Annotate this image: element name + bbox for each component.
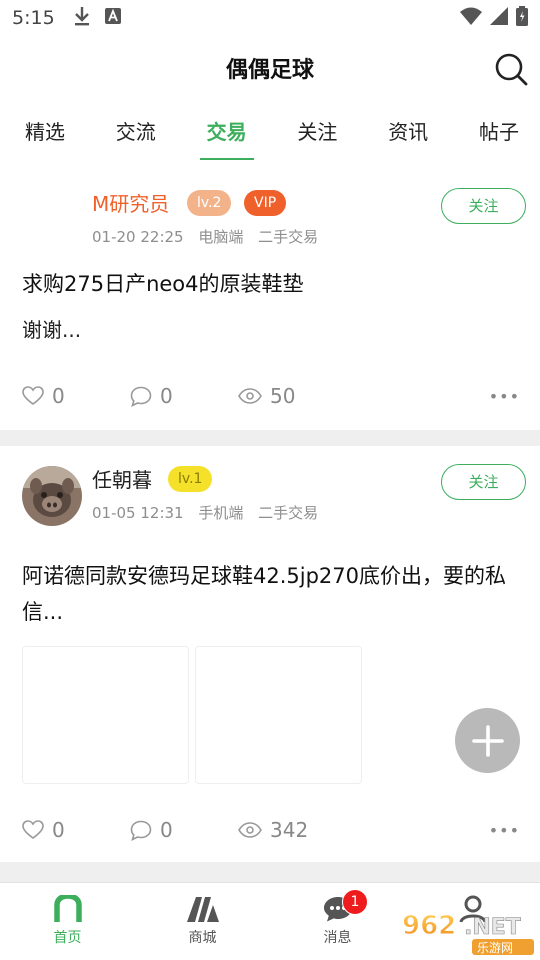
signal-icon: [490, 7, 508, 29]
post-category: 二手交易: [258, 228, 319, 246]
eye-icon: [238, 388, 262, 404]
post-actions: 0 0 50 •••: [22, 381, 520, 411]
follow-button[interactable]: 关注: [441, 188, 526, 224]
category-tabs: 精选 交流 交易 关注 资讯 帖子: [0, 104, 540, 162]
post-username[interactable]: M研究员: [92, 188, 169, 217]
status-bar: 5:15: [0, 0, 540, 36]
like-count: 0: [52, 818, 65, 842]
like-button[interactable]: 0: [22, 818, 130, 842]
comment-button[interactable]: 0: [130, 818, 238, 842]
comment-icon: [130, 386, 152, 407]
tab-jiaoyi[interactable]: 交易: [199, 104, 254, 162]
post-title[interactable]: 求购275日产neo4的原装鞋垫: [22, 266, 304, 302]
nav-label: 商城: [188, 930, 217, 946]
app-header: 偶偶足球: [0, 36, 540, 100]
section-divider: [0, 862, 540, 882]
plus-icon: [471, 724, 504, 757]
svg-text:乐游网: 乐游网: [477, 941, 513, 955]
tab-guanzhu[interactable]: 关注: [292, 104, 342, 162]
section-divider: [0, 430, 540, 446]
tab-jiaoliu[interactable]: 交流: [111, 104, 161, 162]
like-count: 0: [52, 384, 65, 408]
post-meta: 01-20 22:25 电脑端 二手交易: [92, 226, 328, 247]
status-right-icons: [460, 6, 528, 30]
post-card[interactable]: 任朝暮 lv.1 01-05 12:31 手机端 二手交易 关注 阿诺德同款安德…: [0, 446, 540, 862]
battery-icon: [516, 6, 528, 30]
comment-icon: [130, 820, 152, 841]
notification-badge: 1: [342, 889, 368, 915]
svg-text:962: 962: [402, 911, 456, 941]
vip-badge: VIP: [244, 190, 287, 216]
mall-icon: [186, 897, 219, 922]
post-category: 二手交易: [258, 504, 319, 522]
view-stat: 342: [238, 818, 438, 842]
nav-label: 首页: [53, 930, 82, 946]
post-card[interactable]: M研究员 lv.2 VIP 01-20 22:25 电脑端 二手交易 关注 求购…: [0, 170, 540, 430]
more-options-button[interactable]: •••: [489, 821, 520, 840]
comment-button[interactable]: 0: [130, 384, 238, 408]
new-post-button[interactable]: [455, 708, 520, 773]
post-device: 手机端: [198, 504, 244, 522]
nav-label: 消息: [323, 930, 352, 946]
search-icon: [495, 53, 528, 86]
post-actions: 0 0 342 •••: [22, 815, 520, 845]
comment-count: 0: [160, 818, 173, 842]
post-device: 电脑端: [198, 228, 244, 246]
search-button[interactable]: [494, 52, 528, 86]
view-count: 342: [270, 818, 309, 842]
view-count: 50: [270, 384, 296, 408]
nav-messages[interactable]: 消息 1: [270, 883, 405, 960]
a-icon: [104, 8, 121, 28]
status-left-icons: [73, 6, 121, 30]
post-time: 01-05 12:31: [92, 504, 184, 522]
avatar[interactable]: [22, 466, 82, 526]
post-username[interactable]: 任朝暮: [92, 464, 152, 493]
heart-icon: [22, 386, 44, 405]
post-images: [22, 646, 362, 784]
tab-zixun[interactable]: 资讯: [383, 104, 433, 162]
level-badge: lv.1: [168, 466, 213, 492]
tab-jingxuan[interactable]: 精选: [20, 104, 70, 162]
more-options-button[interactable]: •••: [489, 387, 520, 406]
view-stat: 50: [238, 384, 438, 408]
watermark-logo: 962 .NET 乐游网: [400, 906, 536, 956]
post-image[interactable]: [195, 646, 362, 784]
nav-mall[interactable]: 商城: [135, 883, 270, 960]
post-image[interactable]: [22, 646, 189, 784]
download-icon: [73, 6, 91, 30]
status-time: 5:15: [12, 7, 55, 29]
post-excerpt: 谢谢...: [22, 318, 82, 342]
home-icon: [53, 895, 82, 922]
heart-icon: [22, 820, 44, 839]
eye-icon: [238, 822, 262, 838]
post-time: 01-20 22:25: [92, 228, 184, 246]
post-title[interactable]: 阿诺德同款安德玛足球鞋42.5jp270底价出，要的私信...: [22, 558, 527, 630]
level-badge: lv.2: [187, 190, 232, 216]
wifi-icon: [460, 7, 482, 29]
comment-count: 0: [160, 384, 173, 408]
nav-home[interactable]: 首页: [0, 883, 135, 960]
like-button[interactable]: 0: [22, 384, 130, 408]
tab-tiezi[interactable]: 帖子: [474, 104, 524, 162]
post-meta: 01-05 12:31 手机端 二手交易: [92, 502, 328, 523]
follow-button[interactable]: 关注: [441, 464, 526, 500]
page-title: 偶偶足球: [225, 58, 314, 83]
svg-text:.NET: .NET: [464, 915, 521, 940]
